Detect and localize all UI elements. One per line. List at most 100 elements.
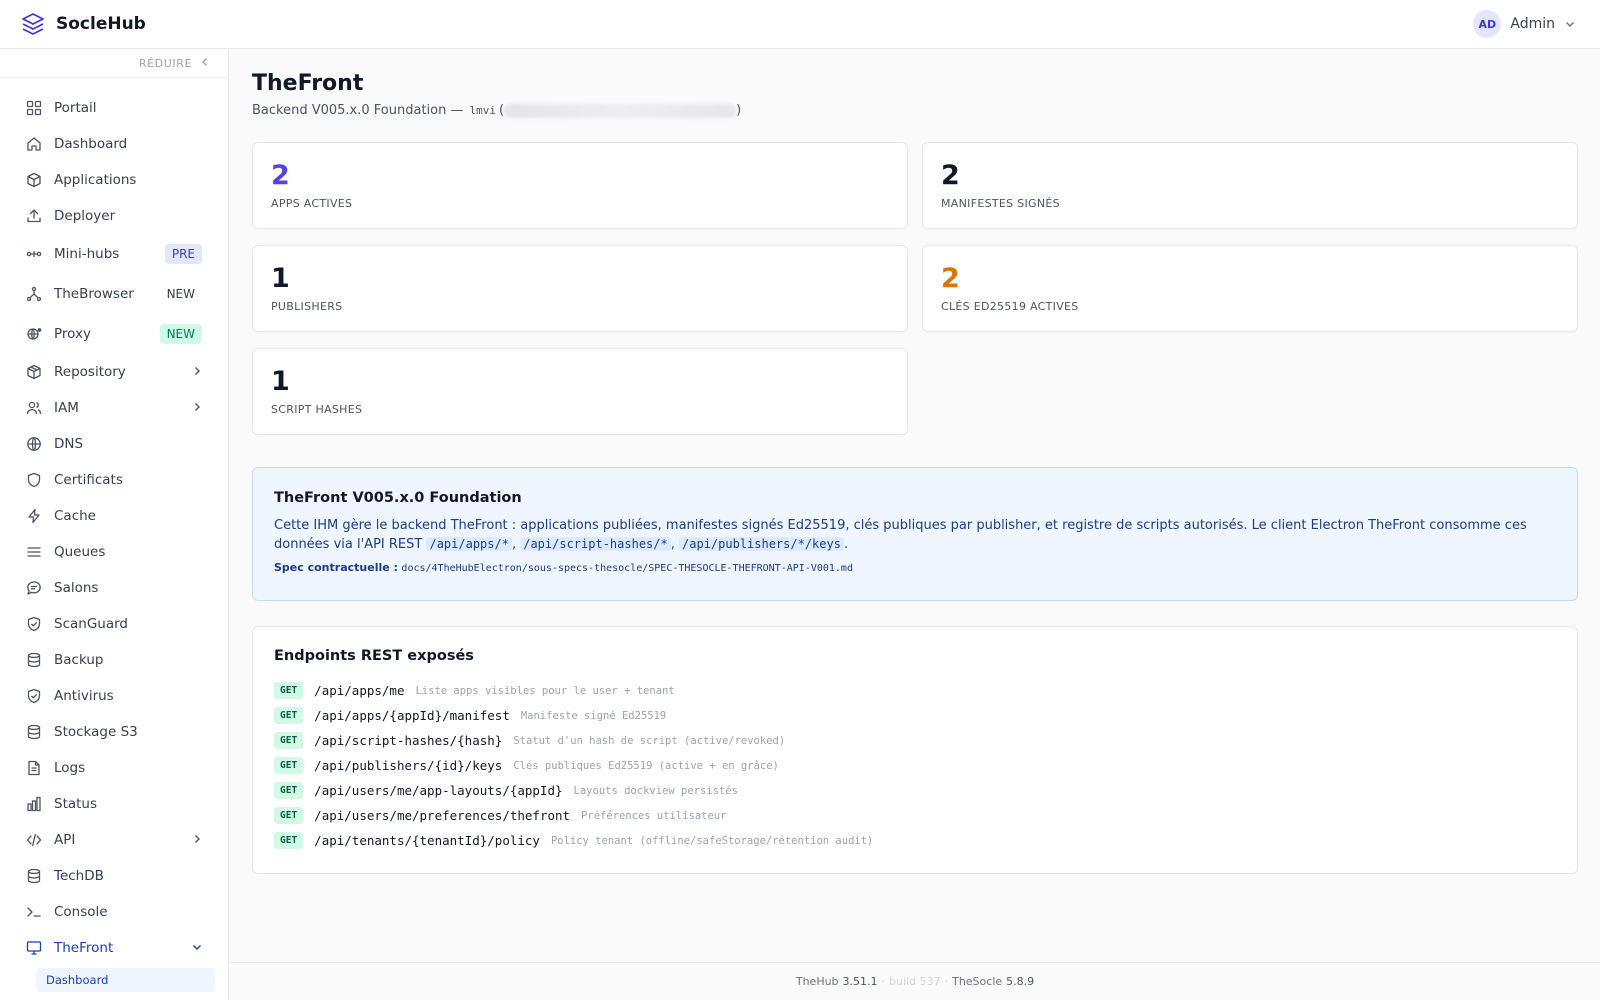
shield-icon <box>25 471 43 489</box>
list-icon <box>25 543 43 561</box>
bar-chart-icon <box>25 795 43 813</box>
stat-value: 1 <box>271 366 290 397</box>
spec-path: docs/4TheHubElectron/sous-specs-thesocle… <box>401 563 853 574</box>
endpoints-title: Endpoints REST exposés <box>274 648 474 664</box>
page-title: TheFront <box>252 71 364 96</box>
endpoint-row: GET /api/script-hashes/{hash} Statut d'u… <box>274 728 1556 753</box>
sidebar-item-console[interactable]: Console <box>0 894 228 930</box>
footer-socle-version: 5.8.9 <box>1006 975 1035 988</box>
sidebar-item-salons[interactable]: Salons <box>0 570 228 606</box>
code-apps: /api/apps/* <box>426 537 512 551</box>
shield-check-icon <box>25 615 43 633</box>
sidebar-item-certificats[interactable]: Certificats <box>0 462 228 498</box>
sidebar-item-label: Dashboard <box>54 136 128 152</box>
subtitle-code: lmvi <box>469 104 497 117</box>
sidebar-subitem-dashboard[interactable]: Dashboard <box>36 968 215 992</box>
stat-label: PUBLISHERS <box>271 300 343 313</box>
stat-label: CLÉS ED25519 ACTIVES <box>941 300 1079 313</box>
stat-value: 2 <box>271 160 290 191</box>
new-badge: NEW <box>166 287 195 301</box>
sidebar-item-thebrowser[interactable]: TheBrowser NEW <box>0 274 228 314</box>
sidebar-item-label: Proxy <box>54 326 91 342</box>
endpoints-panel: Endpoints REST exposés GET /api/apps/me … <box>252 626 1578 874</box>
avatar: AD <box>1473 10 1502 38</box>
sidebar-item-dns[interactable]: DNS <box>0 426 228 462</box>
page-subtitle: Backend V005.x.0 Foundation — lmvi ( ) <box>252 103 741 118</box>
endpoint-path: /api/script-hashes/{hash} <box>314 733 503 748</box>
sidebar-item-label: Console <box>54 904 108 920</box>
new-badge: NEW <box>159 324 202 344</box>
sidebar-item-cache[interactable]: Cache <box>0 498 228 534</box>
stat-card-publishers: 1 PUBLISHERS <box>252 245 908 332</box>
chat-icon <box>25 579 43 597</box>
endpoint-row: GET /api/apps/me Liste apps visibles pou… <box>274 678 1556 703</box>
collapse-label: RÉDUIRE <box>138 56 192 70</box>
sidebar-item-portail[interactable]: Portail <box>0 90 228 126</box>
sidebar-item-label: TheFront <box>54 940 114 956</box>
box-icon <box>25 171 43 189</box>
sidebar-item-queues[interactable]: Queues <box>0 534 228 570</box>
method-badge: GET <box>274 832 304 849</box>
sidebar-nav: Portail Dashboard Applications Deployer … <box>0 78 228 992</box>
brand[interactable]: SocleHub <box>20 11 146 37</box>
database-icon <box>25 723 43 741</box>
top-bar: SocleHub AD Admin <box>0 0 1600 49</box>
period: . <box>843 537 849 552</box>
sidebar-item-label: Portail <box>54 100 97 116</box>
endpoint-row: GET /api/tenants/{tenantId}/policy Polic… <box>274 828 1556 853</box>
sidebar-item-techdb[interactable]: TechDB <box>0 858 228 894</box>
separator: , <box>511 537 517 552</box>
sidebar-item-label: ScanGuard <box>54 616 128 632</box>
sidebar-item-dashboard[interactable]: Dashboard <box>0 126 228 162</box>
code-script-hashes: /api/script-hashes/* <box>520 537 671 551</box>
sidebar-item-deployer[interactable]: Deployer <box>0 198 228 234</box>
database-icon <box>25 651 43 669</box>
sidebar-item-thefront[interactable]: TheFront <box>0 930 228 966</box>
spec-line: Spec contractuelle : docs/4TheHubElectro… <box>274 561 1556 574</box>
stat-label: MANIFESTES SIGNÉS <box>941 197 1060 210</box>
sidebar-item-label: Repository <box>54 364 126 380</box>
sidebar-item-antivirus[interactable]: Antivirus <box>0 678 228 714</box>
code-icon <box>25 831 43 849</box>
sidebar-item-logs[interactable]: Logs <box>0 750 228 786</box>
sidebar-item-scanguard[interactable]: ScanGuard <box>0 606 228 642</box>
bolt-icon <box>25 507 43 525</box>
stat-value: 2 <box>941 160 960 191</box>
upload-icon <box>25 207 43 225</box>
sidebar-item-api[interactable]: API <box>0 822 228 858</box>
sidebar-item-status[interactable]: Status <box>0 786 228 822</box>
home-icon <box>25 135 43 153</box>
user-name: Admin <box>1510 16 1555 32</box>
endpoint-row: GET /api/users/me/app-layouts/{appId} La… <box>274 778 1556 803</box>
endpoint-path: /api/apps/me <box>314 683 405 698</box>
sidebar-item-repository[interactable]: Repository <box>0 354 228 390</box>
sidebar-item-backup[interactable]: Backup <box>0 642 228 678</box>
grid-icon <box>25 99 43 117</box>
footer-dot: · <box>881 975 886 988</box>
sidebar-item-mini-hubs[interactable]: Mini-hubs PRE <box>0 234 228 274</box>
footer-hub-version: 3.51.1 <box>842 975 878 988</box>
chevron-down-icon <box>192 940 202 956</box>
sidebar-item-stockage-s3[interactable]: Stockage S3 <box>0 714 228 750</box>
file-icon <box>25 759 43 777</box>
endpoint-description: Préférences utilisateur <box>581 809 727 822</box>
sidebar-item-label: Queues <box>54 544 106 560</box>
collapse-button[interactable]: RÉDUIRE <box>0 49 228 78</box>
branch-icon <box>25 285 43 303</box>
user-menu[interactable]: AD Admin <box>1473 10 1580 38</box>
terminal-icon <box>25 903 43 921</box>
endpoint-path: /api/apps/{appId}/manifest <box>314 708 510 723</box>
endpoint-description: Layouts dockview persistés <box>573 784 738 797</box>
sidebar-item-label: Backup <box>54 652 104 668</box>
footer-dot: · <box>944 975 949 988</box>
sidebar-item-label: Stockage S3 <box>54 724 138 740</box>
sidebar-item-proxy[interactable]: Proxy NEW <box>0 314 228 354</box>
sidebar-item-label: Certificats <box>54 472 123 488</box>
globe-icon <box>25 435 43 453</box>
redacted-value <box>504 103 737 118</box>
method-badge: GET <box>274 757 304 774</box>
chevron-right-icon <box>192 364 202 380</box>
sidebar-item-applications[interactable]: Applications <box>0 162 228 198</box>
endpoint-path: /api/users/me/app-layouts/{appId} <box>314 783 563 798</box>
sidebar-item-iam[interactable]: IAM <box>0 390 228 426</box>
